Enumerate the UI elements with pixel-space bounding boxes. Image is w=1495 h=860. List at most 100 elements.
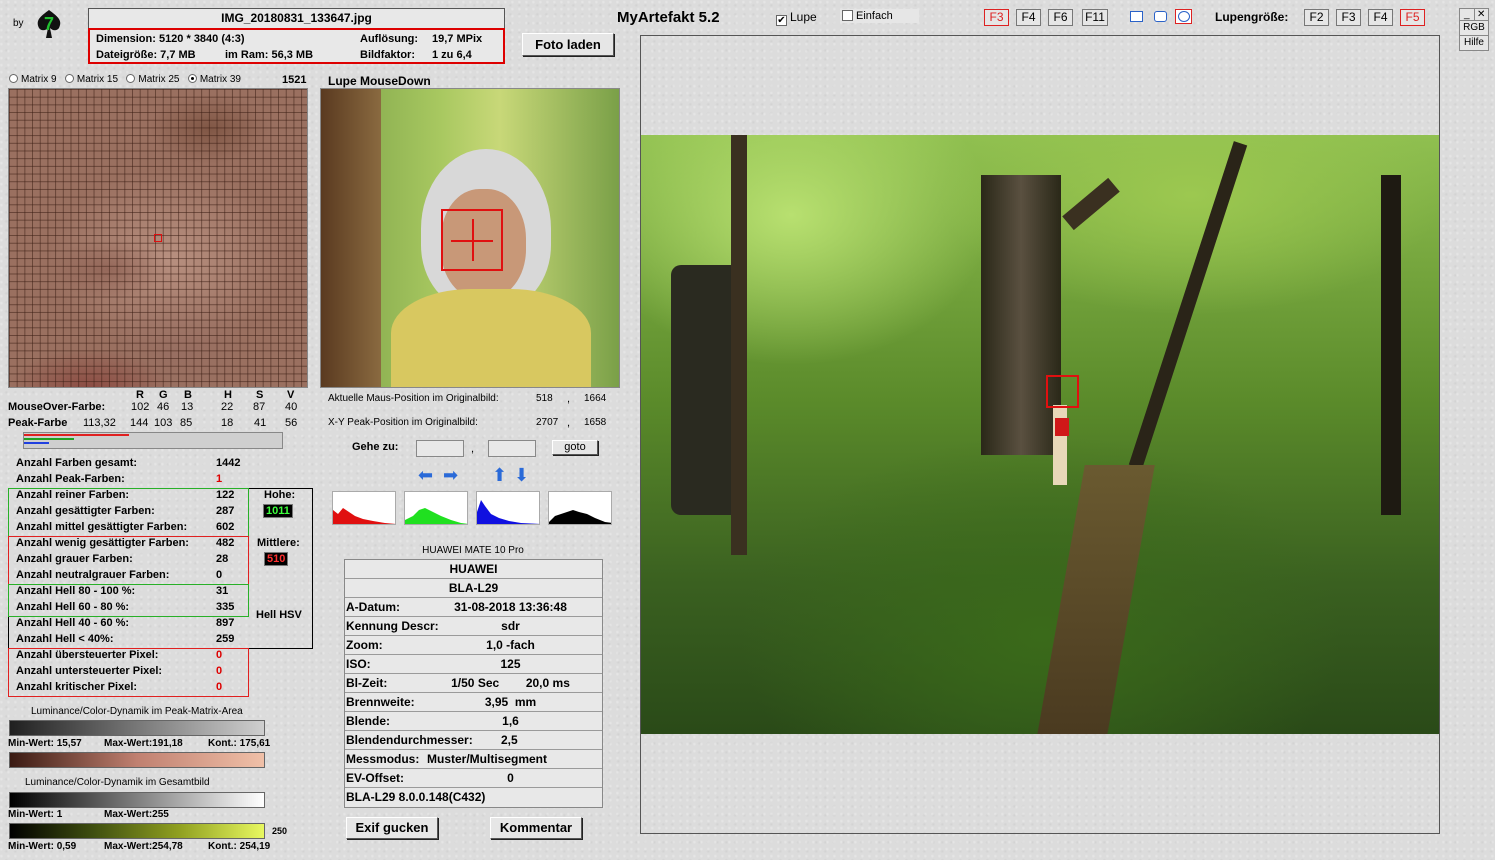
exif-gucken-button[interactable]: Exif gucken xyxy=(346,817,438,839)
key-f6[interactable]: F6 xyxy=(1048,9,1073,26)
hohe-label: Hohe: xyxy=(264,489,296,501)
exif-value: 125 xyxy=(500,657,521,671)
peak-color-row: Peak-Farbe 113,32 144 103 85 18 41 56 xyxy=(8,417,298,429)
exif-value: 1/50 Sec 20,0 ms xyxy=(451,676,570,690)
foto-laden-button[interactable]: Foto laden xyxy=(522,33,614,56)
lupe-key-f3[interactable]: F3 xyxy=(1336,9,1361,26)
gesamt-dynamik-color-bar xyxy=(9,823,265,839)
exif-value: BLA-L29 xyxy=(448,581,499,595)
window-buttons: _ ✕ RGB Hilfe xyxy=(1459,8,1489,51)
lupengroesse-label: Lupengröße: xyxy=(1215,10,1289,24)
gesamt-dynamik-gray-bar xyxy=(9,792,265,808)
stat-value: 28 xyxy=(216,553,229,565)
einfach-checkbox[interactable]: Einfach xyxy=(840,9,919,23)
peak-x: 2707 xyxy=(536,417,559,428)
matrix-39-radio[interactable]: Matrix 39 xyxy=(187,74,241,85)
exif-label: Messmodus: xyxy=(346,752,420,766)
rgb-button[interactable]: RGB xyxy=(1460,21,1488,36)
pixel-matrix[interactable] xyxy=(8,88,308,388)
key-f4[interactable]: F4 xyxy=(1016,9,1041,26)
arrow-up-icon[interactable]: ⬆ xyxy=(492,466,507,484)
ram-size: im Ram: 56,3 MB xyxy=(225,49,314,61)
exif-value: 3,95 mm xyxy=(484,695,537,709)
lupe-check-mark: ✔ xyxy=(776,15,787,26)
peak-dynamik-color-bar xyxy=(9,752,265,768)
goto-x-input[interactable] xyxy=(416,440,464,457)
gesamt-max2: Max-Wert:254,78 xyxy=(104,841,183,852)
photo-focus-marker xyxy=(1046,375,1079,408)
arrow-down-icon[interactable]: ⬇ xyxy=(514,466,529,484)
stat-value: 0 xyxy=(216,665,223,677)
kommentar-button[interactable]: Kommentar xyxy=(490,817,582,839)
peak-farben-label: Anzahl Peak-Farben: xyxy=(16,473,125,485)
shape-circle-icon[interactable] xyxy=(1175,9,1192,24)
stat-label: Anzahl Hell 80 - 100 %: xyxy=(16,585,136,597)
matrix-25-radio[interactable]: Matrix 25 xyxy=(126,74,180,85)
matrix-15-radio[interactable]: Matrix 15 xyxy=(64,74,118,85)
lupe-checkbox[interactable]: ✔ Lupe xyxy=(776,10,817,26)
maus-position-label: Aktuelle Maus-Position im Originalbild: xyxy=(328,393,499,404)
exif-value: Muster/Multisegment xyxy=(427,752,548,766)
gesamt-max1: Max-Wert:255 xyxy=(104,809,169,820)
stat-label: Anzahl wenig gesättigter Farben: xyxy=(16,537,189,549)
shape-rounded-icon[interactable] xyxy=(1154,11,1167,22)
hilfe-button[interactable]: Hilfe xyxy=(1460,36,1488,50)
gesamt-min2: Min-Wert: 0,59 xyxy=(8,841,77,852)
exif-value: 31-08-2018 13:36:48 xyxy=(454,600,567,614)
histogram-red xyxy=(332,491,396,525)
gehe-zu-label: Gehe zu: xyxy=(352,441,399,453)
exif-value: 2,5 xyxy=(501,733,518,747)
stat-value: 482 xyxy=(216,537,235,549)
stat-value: 0 xyxy=(216,649,223,661)
maus-y: 1664 xyxy=(584,393,607,404)
main-photo-panel xyxy=(640,35,1440,834)
gesamt-min1: Min-Wert: 1 xyxy=(8,809,63,820)
farben-gesamt-value: 1442 xyxy=(216,457,241,469)
peak-min: Min-Wert: 15,57 xyxy=(8,738,82,749)
exif-row: HUAWEI xyxy=(345,560,602,579)
lupe-key-f5[interactable]: F5 xyxy=(1400,9,1425,26)
exif-row: ISO: 125 xyxy=(345,655,602,674)
exif-value: sdr xyxy=(501,619,520,633)
filename: IMG_20180831_133647.jpg xyxy=(221,11,372,25)
mittlere-value: 510 xyxy=(264,552,289,566)
exif-label: Blendendurchmesser: xyxy=(346,733,473,747)
lupe-key-f4[interactable]: F4 xyxy=(1368,9,1393,26)
colors-headers: R G B H S V xyxy=(136,389,295,401)
bildfaktor-label: Bildfaktor: xyxy=(360,49,415,61)
filename-panel: IMG_20180831_133647.jpg Dimension: 5120 … xyxy=(88,8,505,64)
lupe-key-f2[interactable]: F2 xyxy=(1304,9,1329,26)
peak-max: Max-Wert:191,18 xyxy=(104,738,183,749)
stat-label: Anzahl Hell 60 - 80 %: xyxy=(16,601,130,613)
exif-row: Blende: 1,6 xyxy=(345,712,602,731)
peak-dynamik-gray-bar xyxy=(9,720,265,736)
mouseover-color-row: MouseOver-Farbe: 102 46 13 22 87 40 xyxy=(8,401,298,413)
close-icon[interactable]: ✕ xyxy=(1475,9,1489,20)
arrow-right-icon[interactable]: ➡ xyxy=(443,466,458,484)
goto-y-input[interactable] xyxy=(488,440,536,457)
key-f3[interactable]: F3 xyxy=(984,9,1009,26)
shape-square-icon[interactable] xyxy=(1130,11,1143,22)
lupe-image[interactable] xyxy=(320,88,620,388)
goto-button[interactable]: goto xyxy=(552,440,598,455)
image-info-box: Dimension: 5120 * 3840 (4:3) Auflösung: … xyxy=(88,28,505,64)
stat-value: 31 xyxy=(216,585,229,597)
maus-x: 518 xyxy=(536,393,553,404)
exif-row: Kennung Descr: sdr xyxy=(345,617,602,636)
lupe-title: Lupe MouseDown xyxy=(328,74,431,88)
matrix-9-radio[interactable]: Matrix 9 xyxy=(9,74,57,85)
key-f11[interactable]: F11 xyxy=(1082,9,1108,26)
arrow-left-icon[interactable]: ⬅ xyxy=(418,466,433,484)
aufloesung-label: Auflösung: xyxy=(360,33,419,45)
exif-row: A-Datum: 31-08-2018 13:36:48 xyxy=(345,598,602,617)
stat-label: Anzahl übersteuerter Pixel: xyxy=(16,649,159,661)
histogram-green xyxy=(404,491,468,525)
stat-label: Anzahl neutralgrauer Farben: xyxy=(16,569,170,581)
mittlere-label: Mittlere: xyxy=(257,537,300,549)
peak-marker xyxy=(154,234,162,242)
dimension: Dimension: 5120 * 3840 (4:3) xyxy=(96,33,245,45)
main-photo[interactable] xyxy=(641,135,1439,734)
minimize-icon[interactable]: _ xyxy=(1460,9,1475,20)
aufloesung-value: 19,7 MPix xyxy=(432,33,483,45)
stat-label: Anzahl untersteuerter Pixel: xyxy=(16,665,163,677)
